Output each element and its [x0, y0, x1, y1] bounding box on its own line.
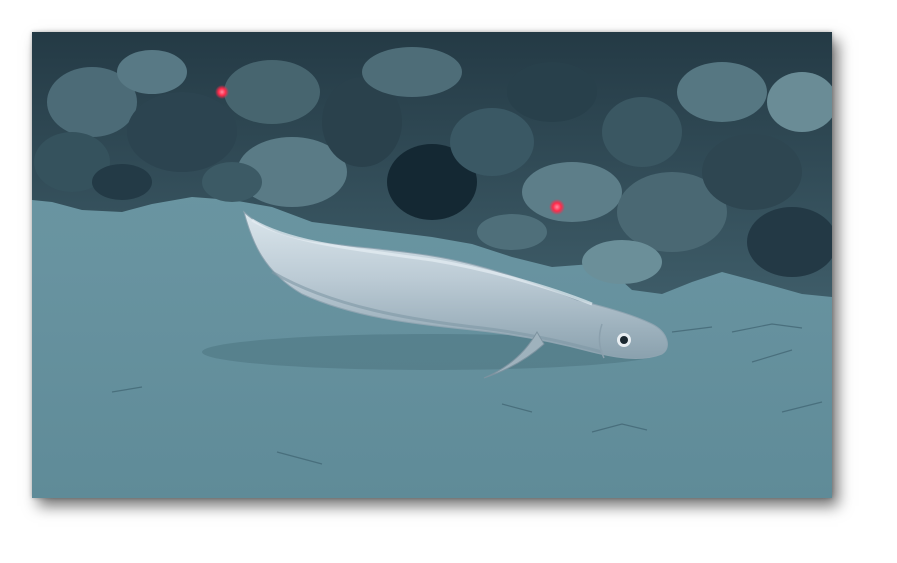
laser-dot-left [215, 85, 229, 99]
seafloor-photo [32, 32, 832, 498]
page [0, 0, 897, 563]
photo-frame [32, 32, 832, 498]
laser-dot-right [549, 199, 565, 215]
